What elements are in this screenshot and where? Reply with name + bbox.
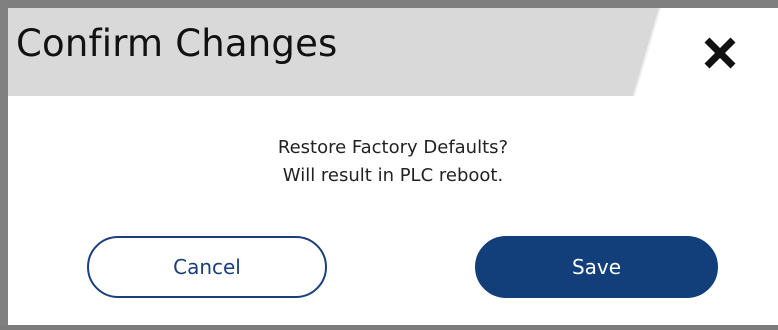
save-button[interactable]: Save	[475, 236, 718, 298]
confirm-changes-dialog: Confirm Changes Restore Factory Defaults…	[0, 0, 778, 330]
save-button-label: Save	[571, 255, 622, 279]
cancel-button[interactable]: Cancel	[87, 236, 327, 298]
dialog-title-bar: Confirm Changes	[8, 8, 778, 96]
close-x-icon	[704, 37, 736, 69]
dialog-frame-top	[0, 0, 778, 8]
dialog-message: Restore Factory Defaults? Will result in…	[8, 134, 778, 190]
message-line-1: Restore Factory Defaults?	[277, 137, 509, 158]
dialog-title: Confirm Changes	[16, 22, 338, 65]
close-button[interactable]	[695, 28, 745, 78]
dialog-frame-bottom	[0, 325, 778, 330]
dialog-frame-left	[0, 0, 8, 330]
message-line-2: Will result in PLC reboot.	[282, 165, 504, 186]
cancel-button-label: Cancel	[173, 255, 241, 279]
